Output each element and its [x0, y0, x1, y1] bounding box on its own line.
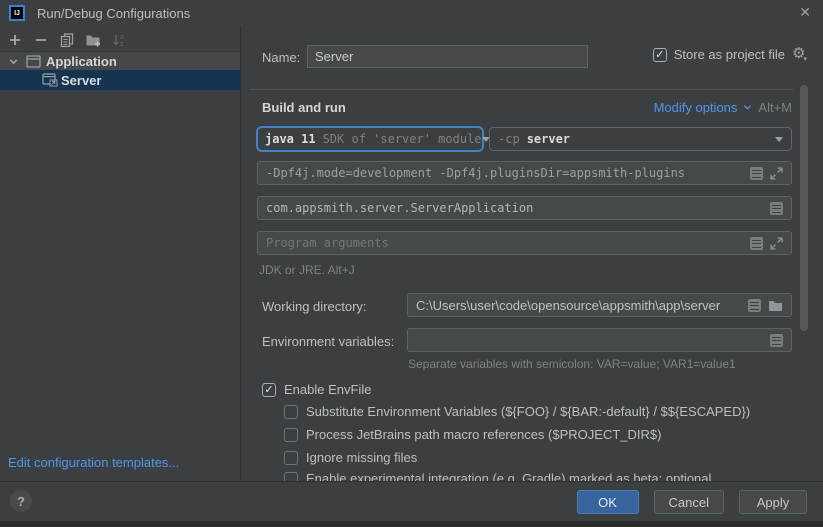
store-as-project-file-label: Store as project file: [674, 47, 785, 62]
working-directory-field: [407, 293, 792, 317]
vertical-scrollbar[interactable]: [800, 85, 808, 331]
add-icon[interactable]: [5, 30, 24, 49]
browse-folder-icon[interactable]: [768, 300, 783, 312]
edit-configuration-templates-link[interactable]: Edit configuration templates...: [8, 455, 179, 470]
enable-envfile-checkbox[interactable]: [262, 383, 276, 397]
gear-icon[interactable]: ⚙▾: [792, 46, 809, 61]
substitute-env-vars-checkbox[interactable]: [284, 405, 298, 419]
run-debug-configurations-dialog: IJ Run/Debug Configurations ✕ az Applica…: [0, 0, 823, 527]
main-class-input[interactable]: [258, 197, 791, 219]
insert-macros-icon[interactable]: [770, 202, 783, 215]
process-path-macros-checkbox[interactable]: [284, 428, 298, 442]
envfile-option-row: Ignore missing files: [284, 450, 417, 465]
apply-button[interactable]: Apply: [739, 490, 807, 514]
insert-macros-icon[interactable]: [750, 237, 763, 250]
expand-field-icon[interactable]: [770, 167, 783, 180]
ignore-missing-files-checkbox[interactable]: [284, 451, 298, 465]
name-field-wrap: [307, 45, 588, 68]
build-and-run-header: Build and run: [262, 100, 346, 115]
application-run-config-icon: [42, 73, 58, 87]
classpath-prefix: -cp: [498, 132, 520, 146]
ok-button[interactable]: OK: [577, 490, 639, 514]
close-icon[interactable]: ✕: [799, 4, 811, 21]
configurations-toolbar: az: [5, 30, 128, 49]
tree-group-label: Application: [46, 54, 117, 69]
help-icon[interactable]: ?: [10, 490, 32, 512]
envfile-option-row: Substitute Environment Variables (${FOO}…: [284, 404, 750, 419]
envfile-option-label: Substitute Environment Variables (${FOO}…: [306, 404, 750, 419]
jdk-hint: JDK or JRE. Alt+J: [259, 263, 355, 277]
dialog-footer: ? OK Cancel Apply: [0, 481, 823, 521]
working-directory-input[interactable]: [408, 294, 791, 316]
footer-buttons: OK Cancel Apply: [577, 490, 807, 514]
vm-options-input[interactable]: [258, 162, 791, 184]
environment-variables-field: [407, 328, 792, 352]
tree-group-application[interactable]: Application: [0, 52, 240, 70]
svg-text:z: z: [120, 41, 124, 48]
enable-envfile-label: Enable EnvFile: [284, 382, 371, 397]
jdk-combo[interactable]: java 11 SDK of 'server' module: [256, 126, 484, 152]
insert-macros-icon[interactable]: [770, 334, 783, 347]
working-directory-label: Working directory:: [262, 299, 367, 314]
copy-icon[interactable]: [57, 30, 76, 49]
classpath-combo[interactable]: -cp server: [489, 127, 792, 151]
environment-variables-input[interactable]: [408, 329, 791, 351]
intellij-logo-icon: IJ: [9, 5, 25, 21]
remove-icon[interactable]: [31, 30, 50, 49]
store-as-project-file-row: Store as project file ⚙▾: [653, 47, 809, 62]
dropdown-arrow-icon[interactable]: [775, 137, 783, 142]
insert-macros-icon[interactable]: [748, 299, 761, 312]
environment-variables-label: Environment variables:: [262, 334, 394, 349]
chevron-down-icon[interactable]: [743, 103, 752, 112]
tree-item-server[interactable]: Server: [0, 70, 240, 90]
envfile-option-label: Ignore missing files: [306, 450, 417, 465]
application-icon: [26, 55, 41, 68]
vm-options-field: [257, 161, 792, 185]
program-arguments-field: [257, 231, 792, 255]
modify-options-row: Modify options Alt+M: [654, 100, 792, 115]
classpath-value: server: [527, 132, 570, 146]
chevron-down-icon[interactable]: [8, 56, 20, 67]
sidebar-divider: [240, 26, 241, 481]
enable-envfile-row: Enable EnvFile: [262, 382, 371, 397]
name-input[interactable]: [308, 46, 587, 67]
name-label: Name:: [262, 50, 300, 65]
envfile-option-row: Process JetBrains path macro references …: [284, 427, 661, 442]
store-as-project-file-checkbox[interactable]: [653, 48, 667, 62]
section-divider: [250, 89, 793, 90]
background-window-strip: [0, 521, 823, 527]
jdk-combo-value: java 11: [265, 132, 316, 146]
tree-item-label: Server: [61, 73, 101, 88]
new-folder-icon[interactable]: [83, 30, 102, 49]
modify-options-shortcut: Alt+M: [758, 100, 792, 115]
dialog-title: Run/Debug Configurations: [37, 6, 190, 21]
sort-alphabetically-icon[interactable]: az: [109, 30, 128, 49]
environment-variables-hint: Separate variables with semicolon: VAR=v…: [408, 357, 736, 371]
jdk-combo-hint: SDK of 'server' module: [323, 132, 482, 146]
svg-text:a: a: [120, 34, 124, 41]
insert-macros-icon[interactable]: [750, 167, 763, 180]
envfile-option-label: Process JetBrains path macro references …: [306, 427, 661, 442]
cancel-button[interactable]: Cancel: [654, 490, 724, 514]
modify-options-link[interactable]: Modify options: [654, 100, 738, 115]
main-class-field: [257, 196, 792, 220]
program-arguments-input[interactable]: [258, 232, 791, 254]
expand-field-icon[interactable]: [770, 237, 783, 250]
